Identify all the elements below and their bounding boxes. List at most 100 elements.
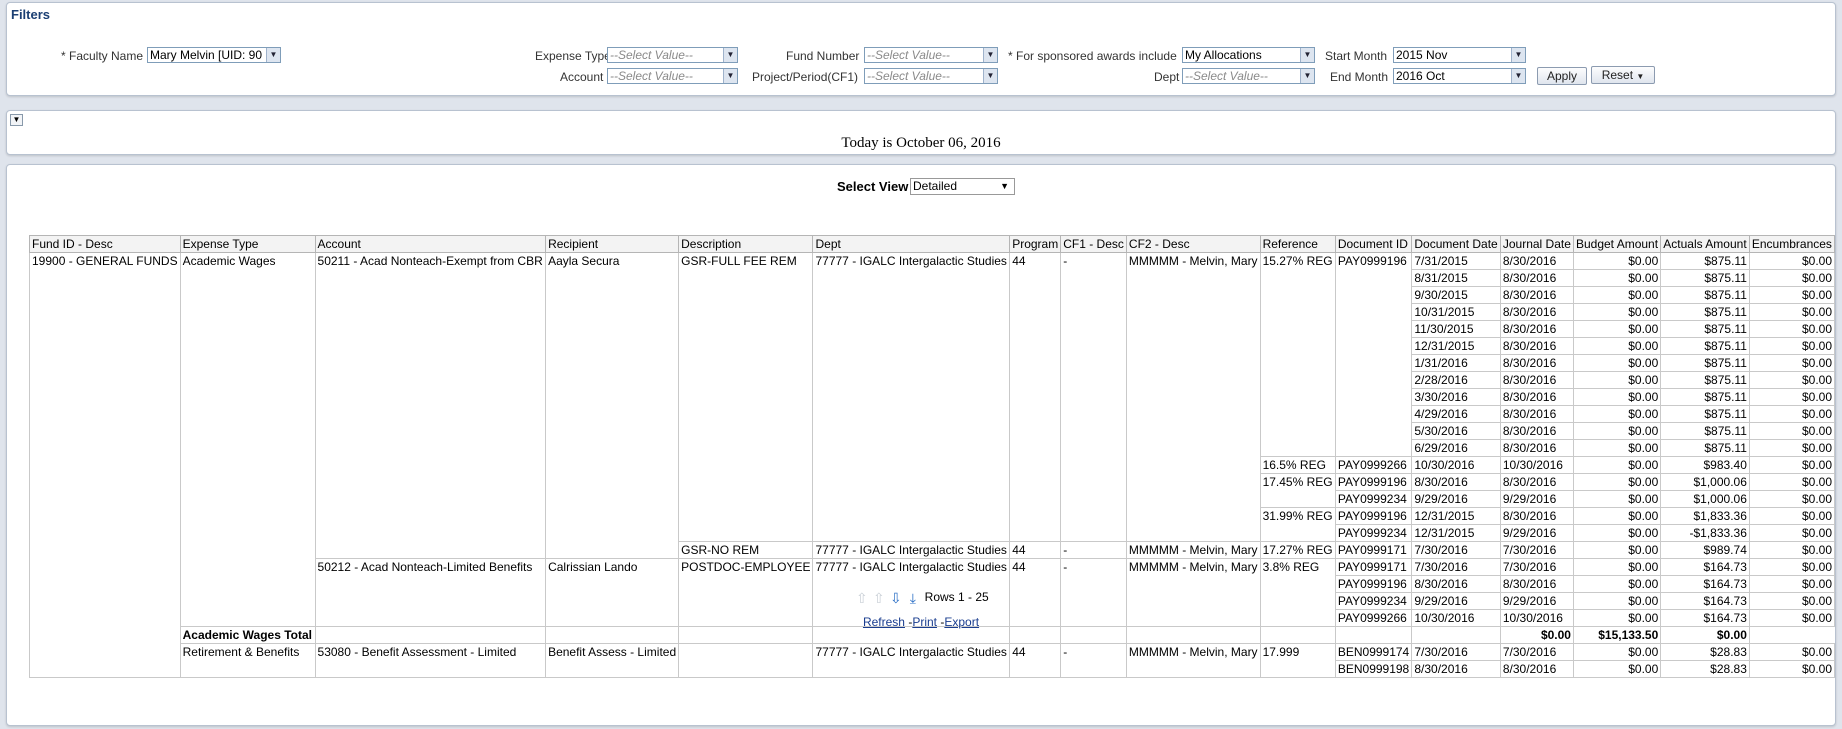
encumbrances-cell: $0.00 (1748, 439, 1836, 457)
budget-cell: $0.00 (1572, 507, 1662, 525)
refresh-link[interactable]: Refresh (863, 615, 905, 629)
budget-cell: $0.00 (1572, 303, 1662, 321)
actuals-cell: $1,833.36 (1660, 507, 1750, 525)
faculty-name-select[interactable]: Mary Melvin [UID: 90 ▼ (147, 47, 281, 63)
end-month-select[interactable]: 2016 Oct ▼ (1393, 68, 1526, 84)
budget-cell: $0.00 (1572, 405, 1662, 423)
budget-cell: $0.00 (1572, 439, 1662, 457)
journal-date-cell: 8/30/2016 (1499, 252, 1574, 270)
column-header[interactable]: Fund ID - Desc (29, 235, 181, 253)
last-page-icon[interactable]: ⤓ (905, 590, 920, 606)
column-header[interactable]: Expense Type (179, 235, 316, 253)
journal-date-cell: 8/30/2016 (1499, 337, 1574, 355)
project-period-label: Project/Period(CF1) (752, 70, 859, 84)
description-cell: GSR-NO REM (678, 541, 814, 559)
faculty-name-label: * Faculty Name (61, 49, 144, 63)
table-header-row: Fund ID - Desc Expense Type Account Reci… (29, 235, 1836, 253)
encumbrances-cell: $0.00 (1748, 643, 1836, 661)
reset-button[interactable]: Reset ▼ (1591, 66, 1655, 84)
project-period-select[interactable]: --Select Value-- ▼ (864, 68, 998, 84)
today-text: Today is October 06, 2016 (841, 135, 1001, 151)
chevron-down-icon: ▼ (983, 48, 997, 62)
expense-type-select[interactable]: --Select Value-- ▼ (607, 47, 738, 63)
encumbrances-cell: $0.00 (1748, 320, 1836, 338)
column-header[interactable]: Recipient (545, 235, 680, 253)
journal-date-cell: 9/29/2016 (1499, 490, 1574, 508)
document-id-cell: PAY0999196 (1334, 507, 1413, 525)
actuals-cell: $875.11 (1660, 252, 1750, 270)
recipient-cell: Benefit Assess - Limited (545, 643, 680, 678)
document-date-cell: 12/31/2015 (1411, 524, 1501, 542)
cf2-cell: MMMMM - Melvin, Mary (1125, 541, 1261, 559)
actuals-cell: $875.11 (1660, 337, 1750, 355)
column-header[interactable]: Dept (812, 235, 1011, 253)
budget-cell: $0.00 (1572, 643, 1662, 661)
document-date-cell: 6/29/2016 (1411, 439, 1501, 457)
apply-button[interactable]: Apply (1537, 67, 1587, 85)
document-date-cell: 5/30/2016 (1411, 422, 1501, 440)
actuals-cell: $875.11 (1660, 371, 1750, 389)
fund-number-select[interactable]: --Select Value-- ▼ (864, 47, 998, 63)
document-id-cell: BEN0999198 (1334, 660, 1413, 678)
cf2-cell: MMMMM - Melvin, Mary (1125, 252, 1261, 542)
start-month-select[interactable]: 2015 Nov ▼ (1393, 47, 1526, 63)
actuals-cell: $875.11 (1660, 422, 1750, 440)
column-header[interactable]: Actuals Amount (1660, 235, 1750, 253)
dept-select[interactable]: --Select Value-- ▼ (1182, 68, 1315, 84)
document-date-cell: 1/31/2016 (1411, 354, 1501, 372)
first-page-icon[interactable]: ⇧ (854, 590, 869, 606)
actuals-cell: $1,000.06 (1660, 490, 1750, 508)
collapse-toggle-icon[interactable]: ▼ (10, 114, 23, 126)
document-date-cell: 7/31/2015 (1411, 252, 1501, 270)
journal-date-cell: 7/30/2016 (1499, 643, 1574, 661)
document-id-cell: PAY0999266 (1334, 456, 1413, 474)
account-select[interactable]: --Select Value-- ▼ (607, 68, 738, 84)
column-header[interactable]: Reference (1259, 235, 1336, 253)
fund-number-label: Fund Number (786, 49, 860, 63)
document-id-cell: PAY0999171 (1334, 541, 1413, 559)
chevron-down-icon: ▼ (723, 69, 737, 83)
encumbrances-cell: $0.00 (1748, 660, 1836, 678)
reference-cell: 31.99% REG (1259, 507, 1336, 542)
column-header[interactable]: Encumbrances (1748, 235, 1836, 253)
previous-page-icon[interactable]: ⇧ (871, 590, 886, 606)
encumbrances-cell: $0.00 (1748, 269, 1836, 287)
chevron-down-icon: ▼ (1511, 69, 1525, 83)
encumbrances-cell: $0.00 (1748, 405, 1836, 423)
encumbrances-cell: $0.00 (1748, 303, 1836, 321)
account-cell: 53080 - Benefit Assessment - Limited (314, 643, 547, 678)
column-header[interactable]: CF1 - Desc (1060, 235, 1127, 253)
start-month-label: Start Month (1325, 49, 1388, 63)
export-link[interactable]: Export (944, 615, 979, 629)
sponsored-awards-select[interactable]: My Allocations ▼ (1182, 47, 1315, 63)
column-header[interactable]: Description (678, 235, 814, 253)
column-header[interactable]: Program (1009, 235, 1062, 253)
chevron-down-icon: ▼ (983, 69, 997, 83)
journal-date-cell: 8/30/2016 (1499, 422, 1574, 440)
journal-date-cell: 8/30/2016 (1499, 320, 1574, 338)
column-header[interactable]: Document ID (1334, 235, 1413, 253)
budget-cell: $0.00 (1572, 320, 1662, 338)
journal-date-cell: 8/30/2016 (1499, 286, 1574, 304)
budget-cell: $0.00 (1572, 541, 1662, 559)
journal-date-cell: 7/30/2016 (1499, 541, 1574, 559)
column-header[interactable]: Document Date (1411, 235, 1501, 253)
actuals-cell: -$1,833.36 (1660, 524, 1750, 542)
account-cell: 50211 - Acad Nonteach-Exempt from CBR (314, 252, 547, 559)
select-view-dropdown[interactable]: Detailed ▼ (910, 178, 1015, 195)
column-header[interactable]: Journal Date (1499, 235, 1574, 253)
document-id-cell: PAY0999196 (1334, 252, 1413, 457)
print-link[interactable]: Print (912, 615, 937, 629)
next-page-icon[interactable]: ⇩ (888, 590, 903, 606)
column-header[interactable]: Budget Amount (1572, 235, 1662, 253)
chevron-down-icon: ▼ (1300, 48, 1314, 62)
report-links: Refresh -Print -Export (862, 615, 980, 629)
journal-date-cell: 8/30/2016 (1499, 405, 1574, 423)
document-date-cell: 8/30/2016 (1411, 473, 1501, 491)
column-header[interactable]: Account (314, 235, 547, 253)
document-date-cell: 9/30/2015 (1411, 286, 1501, 304)
budget-cell: $0.00 (1572, 286, 1662, 304)
reference-cell: 17.27% REG (1259, 541, 1336, 559)
column-header[interactable]: CF2 - Desc (1125, 235, 1261, 253)
expense-type-cell: Retirement & Benefits (179, 643, 316, 678)
